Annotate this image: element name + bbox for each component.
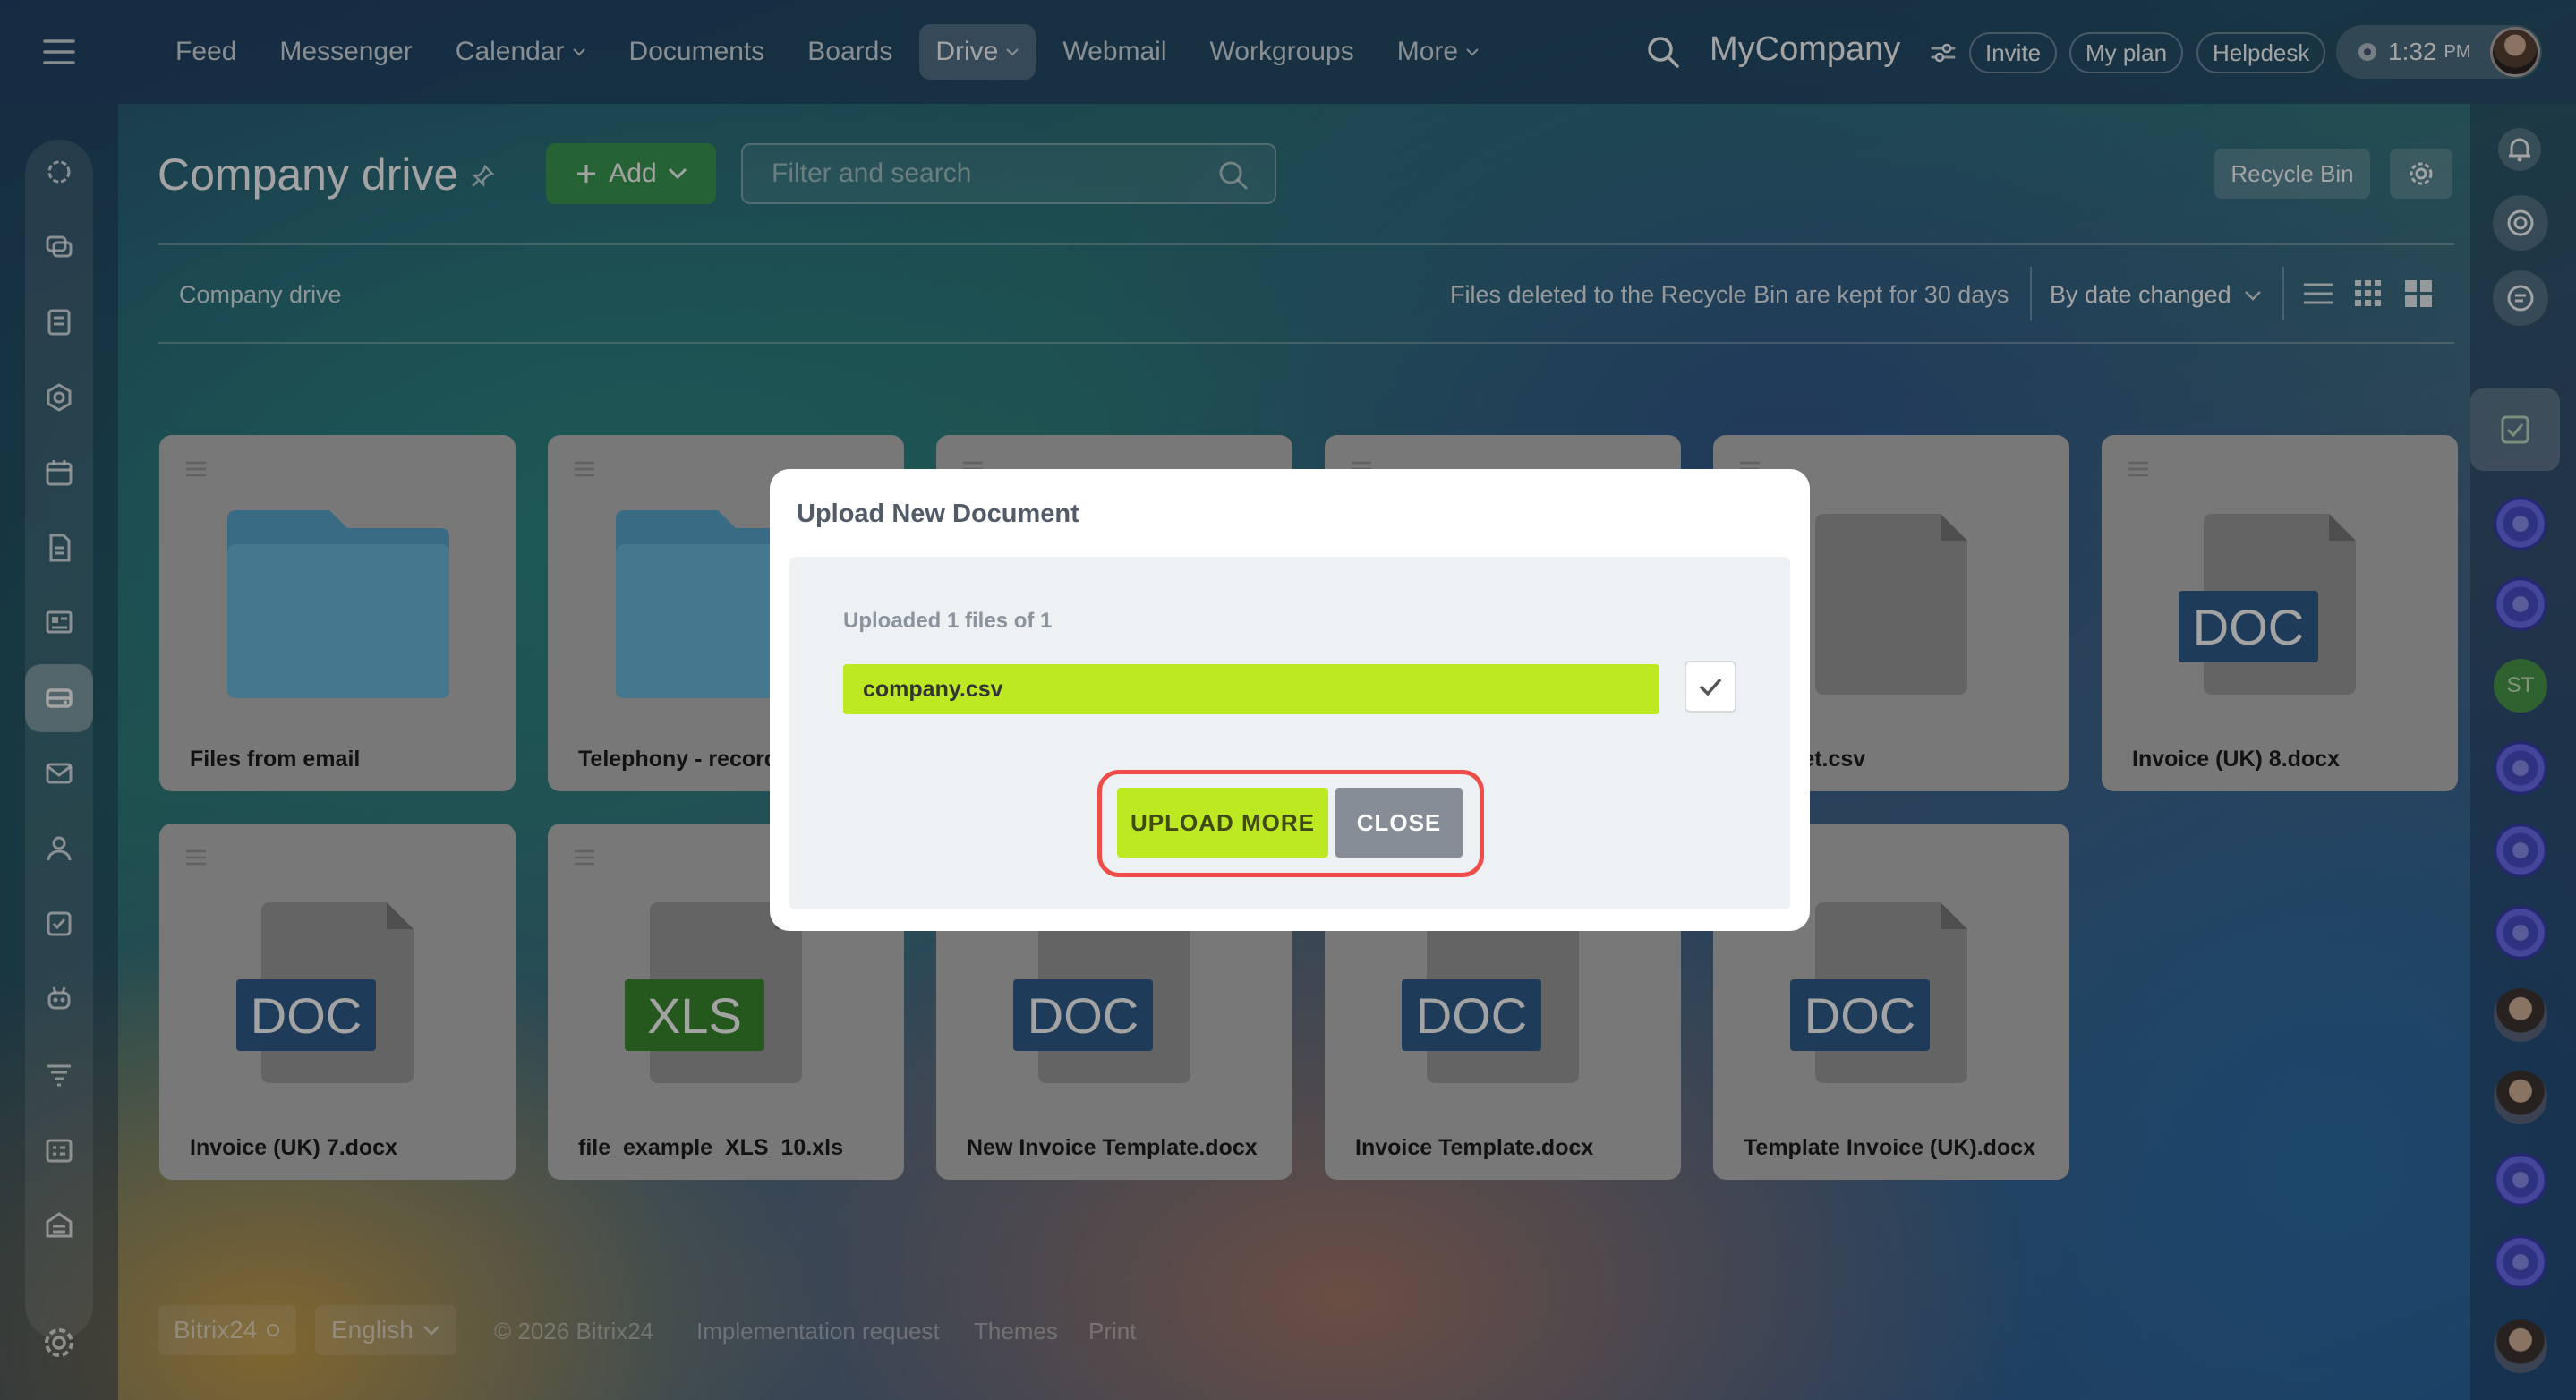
uploaded-file-name: company.csv	[863, 676, 1003, 702]
upload-complete-check	[1685, 661, 1736, 713]
upload-more-button[interactable]: UPLOAD MORE	[1117, 788, 1328, 858]
dialog-title: Upload New Document	[797, 499, 1079, 528]
close-button[interactable]: CLOSE	[1335, 788, 1463, 858]
upload-status: Uploaded 1 files of 1	[843, 609, 1053, 633]
uploaded-file-bar: company.csv	[843, 664, 1659, 714]
checkmark-icon	[1698, 676, 1723, 697]
